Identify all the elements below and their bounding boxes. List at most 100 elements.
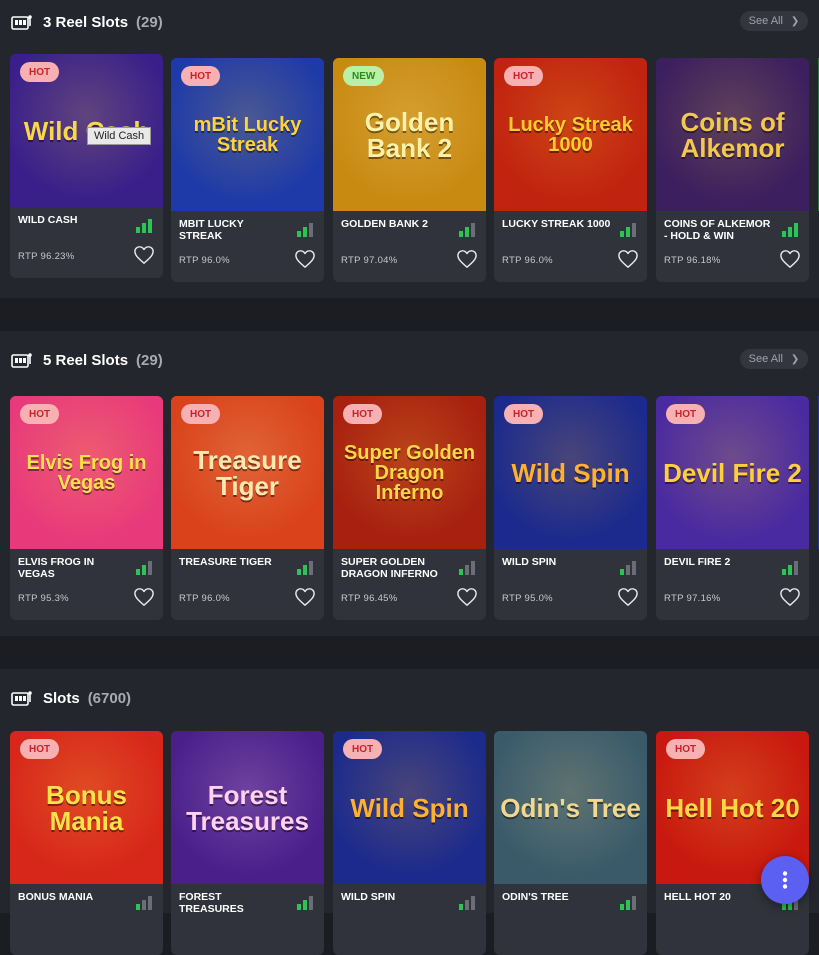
heart-icon[interactable] [617, 587, 639, 607]
game-card[interactable]: Golden Bank 2 NEW GOLDEN BANK 2 RTP 97.04% [333, 58, 486, 282]
game-rtp: RTP 95.3% [18, 593, 69, 604]
game-art-title: Bonus Mania [46, 779, 127, 836]
game-card[interactable]: Devil Fire 2 HOT DEVIL FIRE 2 RTP 97.16% [656, 396, 809, 620]
game-art-title: Super Golden Dragon Inferno [343, 441, 476, 504]
heart-icon[interactable] [779, 587, 801, 607]
game-badge: NEW [343, 66, 385, 86]
game-card[interactable]: Lucky Streak 1000 HOT LUCKY STREAK 1000 RTP… [494, 58, 647, 282]
volatility-icon [136, 896, 152, 910]
game-card[interactable]: mBit Lucky Streak HOT MBIT LUCKY STREAK RTP… [171, 58, 324, 282]
chevron-right-icon: ❯ [790, 353, 800, 365]
heart-icon[interactable] [294, 587, 316, 607]
game-card[interactable]: Hell Hot 20 HOT HELL HOT 20 [656, 731, 809, 955]
section-header-slots: Slots (6700) [11, 686, 131, 710]
heart-icon[interactable] [294, 249, 316, 269]
game-name: MBIT LUCKY STREAK [179, 218, 244, 242]
volatility-icon [136, 219, 152, 233]
game-rtp: RTP 96.23% [18, 251, 75, 262]
heart-icon[interactable] [779, 249, 801, 269]
game-card[interactable]: Wild Spin HOT WILD SPIN RTP 95.0% [494, 396, 647, 620]
game-name: GOLDEN BANK 2 [341, 218, 428, 230]
game-name: HELL HOT 20 [664, 891, 731, 903]
section-header-5-reel: 5 Reel Slots (29) [11, 348, 163, 372]
section-title: 3 Reel Slots [43, 13, 129, 31]
heart-icon[interactable] [133, 245, 155, 265]
game-rtp: RTP 96.0% [179, 255, 230, 266]
vertical-dots-icon [782, 871, 788, 889]
game-card[interactable]: Forest Treasures FOREST TREASURES [171, 731, 324, 955]
game-art-title: Elvis Frog in Vegas [26, 451, 147, 494]
see-all-label: See All [748, 353, 783, 365]
section-count: (29) [136, 351, 163, 369]
game-card[interactable]: Treasure Tiger HOT TREASURE TIGER RTP 96.0% [171, 396, 324, 620]
game-name: WILD SPIN [502, 556, 557, 568]
volatility-icon [782, 223, 798, 237]
section-header-3-reel: 3 Reel Slots (29) [11, 10, 163, 34]
game-rtp: RTP 96.18% [664, 255, 721, 266]
game-name: DEVIL FIRE 2 [664, 556, 731, 568]
game-rtp: RTP 97.16% [664, 593, 721, 604]
game-rtp: RTP 95.0% [502, 593, 553, 604]
game-art-title: Wild Spin [511, 457, 630, 488]
game-art-title: Odin's Tree [500, 792, 641, 823]
game-card[interactable]: Wild Cash HOT WILD CASH RTP 96.23% [10, 54, 163, 278]
game-name: LUCKY STREAK 1000 [502, 218, 611, 230]
more-options-button[interactable] [761, 856, 809, 904]
game-badge: HOT [20, 739, 60, 759]
game-art-title: Wild Spin [350, 792, 469, 823]
game-art-title: mBit Lucky Streak [193, 113, 302, 156]
game-name: BONUS MANIA [18, 891, 94, 903]
game-thumbnail[interactable]: Odin's Tree [494, 731, 647, 884]
game-art-title: Forest Treasures [186, 779, 309, 836]
volatility-icon [297, 896, 313, 910]
game-card[interactable]: Elvis Frog in Vegas HOT ELVIS FROG IN VEGA… [10, 396, 163, 620]
game-card[interactable]: Coins of Alkemor COINS OF ALKEMOR - HOLD … [656, 58, 809, 282]
heart-icon[interactable] [617, 249, 639, 269]
game-badge: HOT [181, 66, 221, 86]
game-badge: HOT [20, 404, 60, 424]
volatility-icon [297, 223, 313, 237]
volatility-icon [459, 896, 475, 910]
volatility-icon [459, 561, 475, 575]
section-count: (6700) [87, 689, 132, 707]
game-thumbnail[interactable]: Coins of Alkemor [656, 58, 809, 211]
see-all-button[interactable]: See All ❯ [740, 349, 808, 369]
game-art-title: Devil Fire 2 [663, 457, 802, 488]
game-art-title: Hell Hot 20 [665, 792, 800, 823]
slot-machine-icon [11, 691, 32, 706]
game-badge: HOT [666, 404, 706, 424]
game-thumbnail[interactable]: Forest Treasures [171, 731, 324, 884]
game-name: SUPER GOLDEN DRAGON INFERNO [341, 556, 438, 580]
volatility-icon [136, 561, 152, 575]
volatility-icon [620, 223, 636, 237]
game-badge: HOT [504, 404, 544, 424]
game-tooltip: Wild Cash [87, 127, 152, 145]
volatility-icon [459, 223, 475, 237]
game-name: TREASURE TIGER [179, 556, 272, 568]
game-rtp: RTP 96.45% [341, 593, 398, 604]
game-badge: HOT [504, 66, 544, 86]
heart-icon[interactable] [133, 587, 155, 607]
chevron-right-icon: ❯ [790, 15, 800, 27]
game-card[interactable]: Odin's Tree ODIN'S TREE [494, 731, 647, 955]
game-art-title: Golden Bank 2 [364, 106, 455, 163]
game-name: FOREST TREASURES [179, 891, 244, 915]
game-name: ODIN'S TREE [502, 891, 569, 903]
heart-icon[interactable] [456, 249, 478, 269]
game-name: COINS OF ALKEMOR - HOLD & WIN [664, 218, 771, 242]
section-title: 5 Reel Slots [43, 351, 129, 369]
game-name: ELVIS FROG IN VEGAS [18, 556, 95, 580]
game-badge: HOT [343, 404, 383, 424]
game-name: WILD SPIN [341, 891, 396, 903]
game-art-title: Lucky Streak 1000 [508, 113, 633, 156]
volatility-icon [782, 561, 798, 575]
see-all-label: See All [748, 15, 783, 27]
game-card[interactable]: Super Golden Dragon Inferno HOT SUPER GOLD… [333, 396, 486, 620]
game-rtp: RTP 96.0% [179, 593, 230, 604]
game-rtp: RTP 97.04% [341, 255, 398, 266]
game-badge: HOT [181, 404, 221, 424]
game-card[interactable]: Bonus Mania HOT BONUS MANIA [10, 731, 163, 955]
see-all-button[interactable]: See All ❯ [740, 11, 808, 31]
game-card[interactable]: Wild Spin HOT WILD SPIN [333, 731, 486, 955]
heart-icon[interactable] [456, 587, 478, 607]
